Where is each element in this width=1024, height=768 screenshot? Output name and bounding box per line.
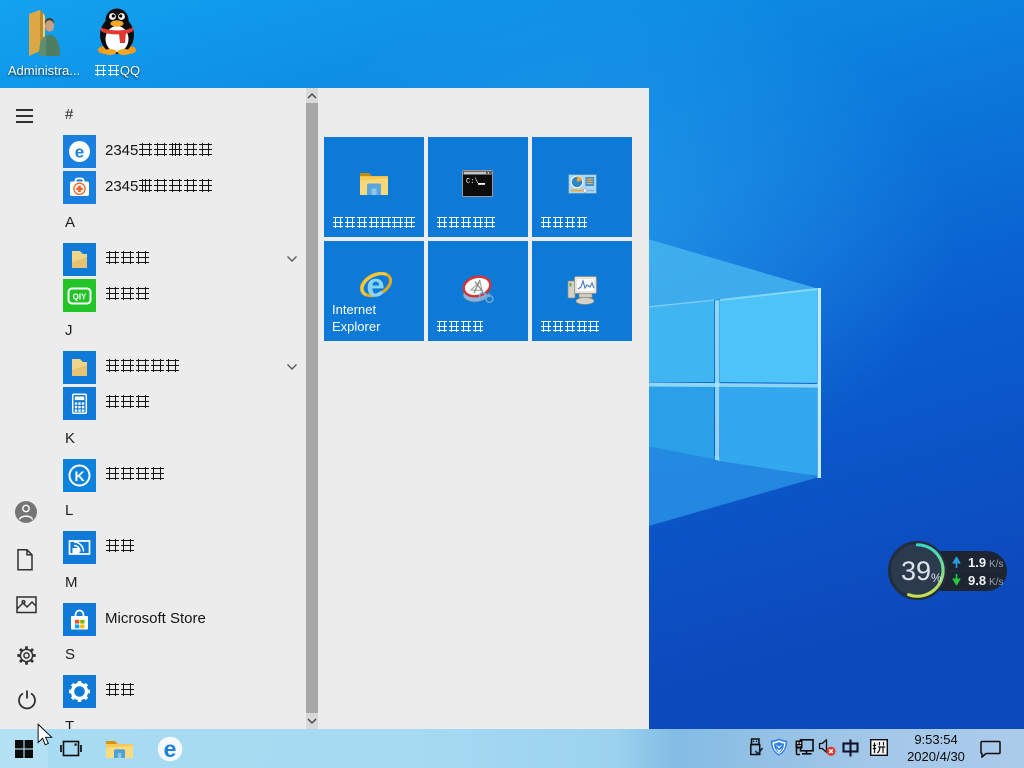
svg-text:K/s: K/s [989,559,1003,570]
svg-text:e: e [75,142,84,161]
svg-text:%: % [931,571,942,585]
svg-text:39: 39 [901,556,931,586]
svg-text:9.8: 9.8 [968,573,986,588]
svg-text:K/s: K/s [989,577,1003,588]
svg-text:C:\: C:\ [466,178,479,186]
svg-text:e: e [164,736,177,762]
svg-text:1.9: 1.9 [968,555,986,570]
svg-text:K: K [74,468,84,484]
svg-text:QIY: QIY [73,292,87,301]
